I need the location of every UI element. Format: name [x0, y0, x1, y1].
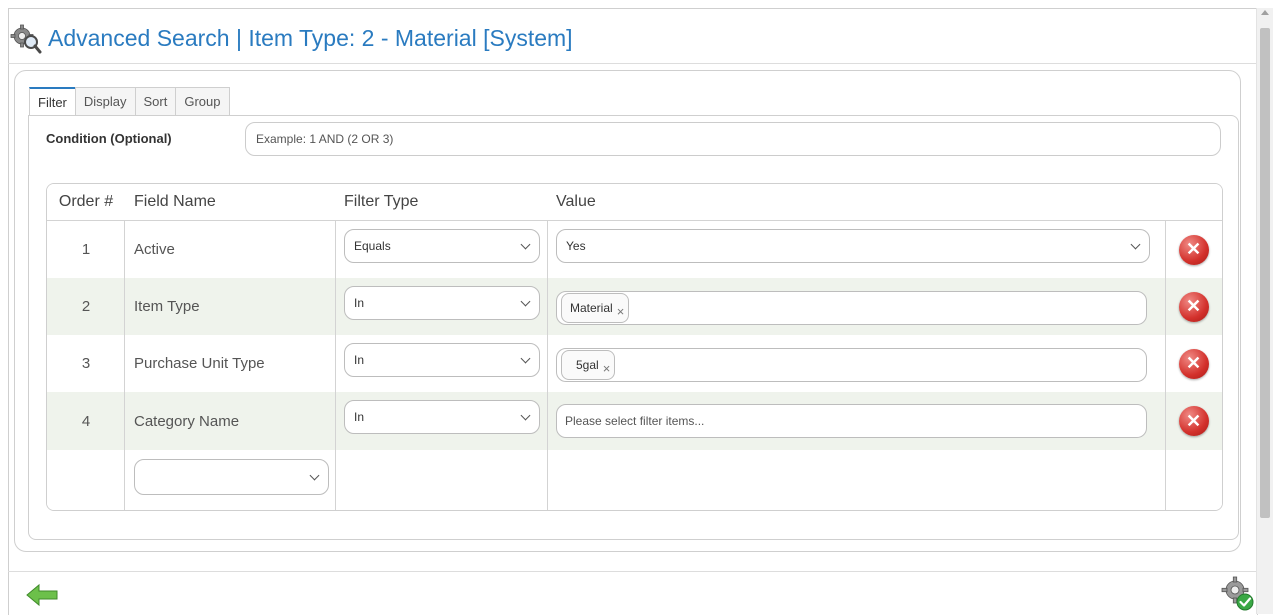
row-4: 4 Category Name In Please select filter … [47, 392, 1222, 450]
value-chip: 5gal × [561, 350, 616, 380]
value-multiselect[interactable]: 5gal × [556, 348, 1147, 382]
apply-gear-check-icon[interactable] [1221, 576, 1255, 612]
filter-type-value: Equals [354, 239, 391, 253]
row-3: 3 Purchase Unit Type In 5gal × ✕ [47, 335, 1222, 392]
filter-type-value: In [354, 296, 365, 310]
delete-cell: ✕ [1165, 335, 1222, 392]
value-placeholder: Please select filter items... [565, 414, 705, 428]
page-title: Advanced Search | Item Type: 2 - Materia… [48, 24, 573, 51]
scroll-up-icon[interactable] [1261, 10, 1269, 15]
delete-row-icon[interactable]: ✕ [1178, 291, 1209, 322]
chevron-down-icon [520, 296, 531, 307]
tab-sort[interactable]: Sort [134, 87, 177, 115]
order-number: 2 [81, 298, 91, 315]
header-order[interactable]: Order # [47, 184, 125, 220]
row-1: 1 Active Equals Yes ✕ [47, 221, 1222, 278]
header-field-name[interactable]: Field Name [134, 184, 334, 220]
title-bar: Advanced Search | Item Type: 2 - Materia… [10, 18, 573, 58]
tab-display[interactable]: Display [74, 87, 136, 115]
header-value[interactable]: Value [556, 184, 1156, 220]
field-name: Category Name [134, 412, 240, 430]
value-chip: Material × [561, 293, 630, 323]
filter-type-value: In [354, 353, 365, 367]
tab-bar: Filter Display Sort Group [29, 87, 230, 117]
delete-row-icon[interactable]: ✕ [1178, 348, 1209, 379]
row-new [47, 450, 1222, 510]
row-2: 2 Item Type In Material × ✕ [47, 278, 1222, 335]
chevron-down-icon [309, 470, 320, 481]
value-multiselect[interactable]: Material × [556, 291, 1147, 325]
chip-label: Material [570, 301, 613, 315]
filter-type-value: In [354, 410, 365, 424]
scroll-thumb[interactable] [1260, 28, 1270, 518]
new-field-select[interactable] [134, 459, 329, 495]
delete-row-icon[interactable]: ✕ [1178, 406, 1209, 436]
condition-input[interactable] [245, 122, 1221, 156]
back-arrow-icon[interactable] [25, 583, 59, 607]
field-name: Active [134, 241, 175, 258]
table-header: Order # Field Name Filter Type Value [47, 184, 1222, 221]
delete-cell: ✕ [1165, 221, 1222, 278]
vertical-scrollbar[interactable] [1256, 8, 1273, 614]
advanced-search-gear-icon [10, 24, 42, 54]
title-divider [8, 63, 1256, 64]
chevron-down-icon [520, 410, 531, 421]
field-name: Purchase Unit Type [134, 355, 265, 372]
chip-remove-icon[interactable]: × [617, 304, 625, 319]
order-number: 4 [81, 412, 91, 430]
footer-divider [8, 571, 1256, 572]
filter-type-select[interactable]: In [344, 400, 540, 434]
condition-label: Condition (Optional) [46, 131, 172, 146]
delete-row-icon[interactable]: ✕ [1178, 234, 1209, 265]
value-selected: Yes [566, 239, 586, 253]
order-number: 1 [81, 241, 91, 258]
header-filter-type[interactable]: Filter Type [344, 184, 540, 220]
chip-label: 5gal [576, 358, 599, 372]
filter-grid: Order # Field Name Filter Type Value 1 A… [46, 183, 1223, 511]
tab-group[interactable]: Group [175, 87, 230, 115]
delete-cell: ✕ [1165, 392, 1222, 450]
chip-remove-icon[interactable]: × [603, 361, 611, 376]
chevron-down-icon [1130, 239, 1141, 250]
order-number: 3 [81, 355, 91, 372]
filter-type-select[interactable]: In [344, 343, 540, 377]
filter-type-select[interactable]: In [344, 286, 540, 320]
tab-filter[interactable]: Filter [29, 87, 76, 117]
chevron-down-icon [520, 353, 531, 364]
filter-type-select[interactable]: Equals [344, 229, 540, 263]
chevron-down-icon [520, 239, 531, 250]
value-select[interactable]: Yes [556, 229, 1150, 263]
delete-cell: ✕ [1165, 278, 1222, 335]
value-multiselect[interactable]: Please select filter items... [556, 404, 1147, 438]
field-name: Item Type [134, 298, 200, 315]
